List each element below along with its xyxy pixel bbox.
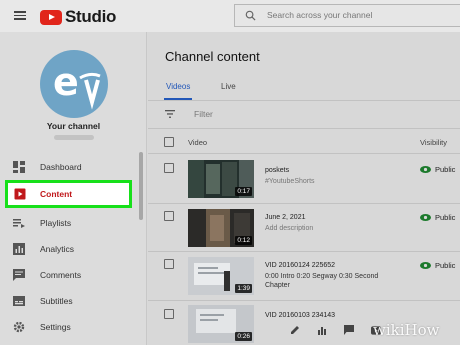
dashboard-icon <box>13 161 25 173</box>
video-description[interactable]: Add description <box>265 225 313 232</box>
eye-icon <box>420 214 431 221</box>
divider <box>148 251 460 252</box>
video-thumbnail[interactable]: 0:12 <box>188 209 254 247</box>
filter-input[interactable]: Filter <box>194 109 213 119</box>
sidebar-item-label: Settings <box>40 322 71 332</box>
sidebar: e Your channel Dashboard Content Playlis… <box>0 32 147 345</box>
sidebar-item-comments[interactable]: Comments <box>0 262 140 288</box>
sidebar-item-label: Analytics <box>40 244 75 254</box>
sidebar-item-subtitles[interactable]: Subtitles <box>0 288 140 314</box>
visibility-status[interactable]: Public <box>420 165 455 174</box>
eye-icon <box>420 166 431 173</box>
sidebar-item-analytics[interactable]: Analytics <box>0 236 140 262</box>
channel-avatar[interactable]: e <box>40 50 108 118</box>
video-thumbnail[interactable]: 1:39 <box>188 257 254 295</box>
video-duration: 0:26 <box>235 332 252 341</box>
visibility-status[interactable]: Public <box>420 261 455 270</box>
video-title[interactable]: poskets <box>265 166 400 175</box>
tab-videos[interactable]: Videos <box>166 82 190 91</box>
divider <box>148 153 460 154</box>
visibility-label: Public <box>435 213 456 222</box>
divider <box>148 300 460 301</box>
video-description: 0:00 Intro 0:20 Segway 0:30 Second Chapt… <box>265 273 379 289</box>
video-title[interactable]: VID 20160124 225652 <box>265 261 400 270</box>
tab-live[interactable]: Live <box>221 82 236 91</box>
channel-label: Your channel <box>46 121 101 131</box>
sidebar-item-label: Dashboard <box>40 162 82 172</box>
page-title: Channel content <box>165 49 260 64</box>
divider <box>148 100 460 101</box>
video-thumbnail[interactable]: 0:17 <box>188 160 254 198</box>
video-duration: 1:39 <box>235 284 252 293</box>
avatar-logo-icon: e <box>53 60 101 110</box>
sidebar-item-label: Content <box>40 189 73 199</box>
visibility-label: Public <box>435 261 456 270</box>
visibility-label: Public <box>435 165 456 174</box>
wikihow-watermark: wikiHow <box>373 321 440 339</box>
row-checkbox[interactable] <box>164 309 174 319</box>
search-placeholder: Search across your channel <box>267 10 373 20</box>
select-all-checkbox[interactable] <box>164 137 174 147</box>
settings-icon <box>13 321 25 333</box>
video-title[interactable]: VID 20160103 234143 <box>265 311 400 320</box>
row-checkbox[interactable] <box>164 259 174 269</box>
analytics-icon <box>13 243 25 255</box>
sidebar-item-content[interactable]: Content <box>5 180 132 208</box>
divider <box>148 203 460 204</box>
sidebar-item-dashboard[interactable]: Dashboard <box>0 154 140 180</box>
logo-text: Studio <box>65 7 117 26</box>
video-duration: 0:12 <box>235 236 252 245</box>
sidebar-item-playlists[interactable]: Playlists <box>0 210 140 236</box>
video-description: #YoutubeShorts <box>265 178 315 185</box>
avatar-letter: e <box>53 60 79 104</box>
top-bar: Studio Search across your channel <box>0 0 460 32</box>
video-thumbnail[interactable]: 0:26 <box>188 305 254 343</box>
row-checkbox[interactable] <box>164 211 174 221</box>
eye-icon <box>420 262 431 269</box>
details-pencil-icon[interactable] <box>290 325 300 335</box>
sidebar-item-label: Playlists <box>40 218 72 228</box>
comments-icon <box>13 269 25 281</box>
sidebar-item-label: Subtitles <box>40 296 73 306</box>
studio-logo[interactable]: Studio <box>40 7 116 27</box>
search-icon <box>245 10 256 21</box>
video-duration: 0:17 <box>235 187 252 196</box>
divider <box>148 128 460 129</box>
column-header-video: Video <box>188 138 208 147</box>
youtube-logo-icon <box>40 9 62 25</box>
playlists-icon <box>13 217 25 229</box>
filter-icon[interactable] <box>165 110 175 118</box>
video-title[interactable]: June 2, 2021 <box>265 213 400 222</box>
sidebar-item-settings[interactable]: Settings <box>0 314 140 340</box>
search-input[interactable]: Search across your channel <box>234 4 460 27</box>
sidebar-scrollbar[interactable] <box>139 152 143 220</box>
subtitles-icon <box>13 295 25 307</box>
hamburger-icon[interactable] <box>14 11 26 20</box>
channel-name-blurred <box>54 135 94 140</box>
sidebar-item-label: Comments <box>40 270 82 280</box>
analytics-icon[interactable] <box>317 325 327 335</box>
row-checkbox[interactable] <box>164 163 174 173</box>
column-header-visibility: Visibility <box>420 138 447 147</box>
comments-icon[interactable] <box>344 325 354 335</box>
main-content: Channel content Videos Live Filter Video… <box>148 32 460 345</box>
visibility-status[interactable]: Public <box>420 213 455 222</box>
content-icon <box>14 188 26 200</box>
